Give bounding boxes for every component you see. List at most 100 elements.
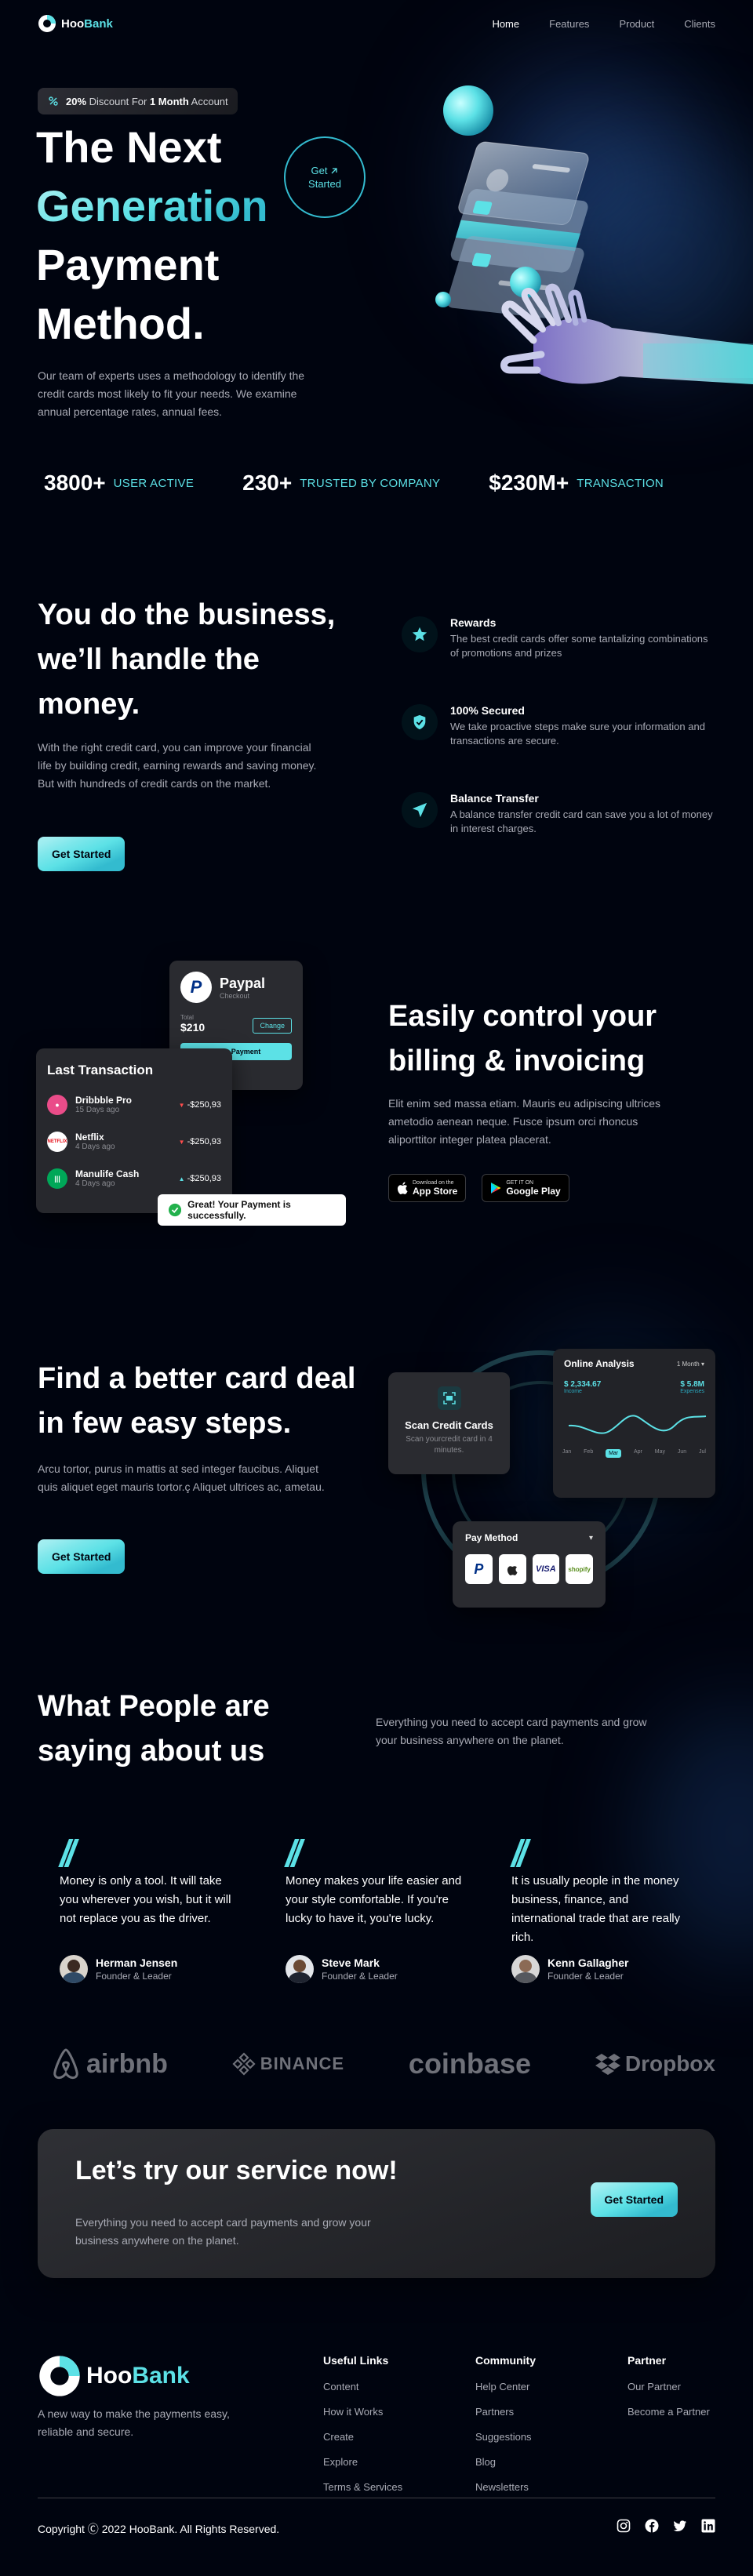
change-button[interactable]: Change [253, 1018, 292, 1034]
transaction-row: NETFLIX Netflix 4 Days ago ▼ -$250,93 [47, 1131, 221, 1152]
stat-transactions: $230M+ TRANSACTION [489, 471, 664, 495]
hero-robot-hand-illustration [435, 85, 753, 384]
footer-link[interactable]: Explore [323, 2456, 475, 2468]
client-coinbase: coinbase [408, 2047, 531, 2080]
card-deal-get-started-button[interactable]: Get Started [38, 1539, 126, 1574]
footer-link[interactable]: Blog [475, 2456, 628, 2468]
quote-icon: // [60, 1833, 76, 1875]
nav-product[interactable]: Product [619, 18, 654, 30]
apple-icon [397, 1182, 408, 1194]
store-badges: Download on the App Store GET IT ON Google… [388, 1174, 569, 1202]
active-month[interactable]: Mar [606, 1449, 622, 1458]
billing-description: Elit enim sed massa etiam. Mauris eu adi… [388, 1097, 661, 1146]
instagram-icon[interactable] [617, 2519, 631, 2533]
cta-get-started-button[interactable]: Get Started [590, 2182, 678, 2217]
business-description: With the right credit card, you can impr… [38, 741, 317, 790]
testimonial-list: // Money is only a tool. It will take yo… [38, 1833, 715, 1983]
quote-icon: // [286, 1833, 302, 1875]
nav-clients[interactable]: Clients [684, 18, 715, 30]
facebook-icon[interactable] [645, 2519, 659, 2533]
footer-logo[interactable]: HooBank [38, 2354, 190, 2398]
footer-column-useful-links: Useful Links Content How it Works Create… [323, 2354, 475, 2506]
dropbox-icon [595, 2054, 620, 2075]
testimonial-card: // It is usually people in the money bus… [489, 1833, 715, 1983]
business-title: You do the business, we’ll handle the mo… [38, 598, 336, 721]
twitter-icon[interactable] [673, 2519, 687, 2533]
business-get-started-button[interactable]: Get Started [38, 837, 126, 871]
brand-logo[interactable]: HooBank [38, 14, 113, 33]
avatar [286, 1955, 314, 1983]
last-transaction-title: Last Transaction [47, 1063, 154, 1077]
footer-link[interactable]: Partners [475, 2406, 628, 2418]
airbnb-icon [53, 2048, 78, 2080]
stat-companies: 230+ TRUSTED BY COMPANY [242, 471, 441, 495]
transaction-row: ● Dribbble Pro 15 Days ago ▼ -$250,93 [36, 1086, 232, 1123]
testimonial-card: // Money makes your life easier and your… [264, 1833, 489, 1983]
testimonial-card: // Money is only a tool. It will take yo… [38, 1833, 264, 1983]
footer-link[interactable]: Suggestions [475, 2431, 628, 2443]
footer-link[interactable]: Newsletters [475, 2481, 628, 2493]
cta-description: Everything you need to accept card payme… [75, 2216, 371, 2247]
client-binance: BINANCE [232, 2052, 344, 2076]
last-transaction-card: Last Transaction ● Dribbble Pro 15 Days a… [36, 1048, 232, 1213]
footer-link[interactable]: Become a Partner [628, 2406, 722, 2418]
footer-column-partner: Partner Our Partner Become a Partner [628, 2354, 722, 2506]
feature-secured: 100% Secured We take proactive steps make… [402, 704, 715, 748]
linkedin-icon[interactable] [701, 2519, 715, 2533]
app-store-button[interactable]: Download on the App Store [388, 1174, 467, 1202]
card-deal-description: Arcu tortor, purus in mattis at sed inte… [38, 1462, 325, 1493]
avatar [60, 1955, 88, 1983]
discount-badge: 20% Discount For 1 Month Account [38, 88, 238, 114]
netflix-icon: NETFLIX [47, 1131, 67, 1152]
avatar [511, 1955, 540, 1983]
scan-credit-card-panel: Scan Credit Cards Scan yourcredit card i… [388, 1372, 510, 1474]
nav-features[interactable]: Features [549, 18, 589, 30]
footer-link[interactable]: How it Works [323, 2406, 475, 2418]
stat-users: 3800+ USER ACTIVE [44, 471, 195, 495]
chevron-down-icon[interactable]: ▾ [589, 1534, 593, 1542]
analysis-line-chart [568, 1415, 707, 1434]
check-circle-icon [169, 1203, 182, 1217]
nav-links: Home Features Product Clients [492, 18, 715, 30]
quote-icon: // [511, 1833, 528, 1875]
google-play-button[interactable]: GET IT ON Google Play [482, 1174, 569, 1202]
shopify-icon[interactable]: shopify [566, 1554, 593, 1584]
footer-link-columns: Useful Links Content How it Works Create… [323, 2354, 722, 2506]
paypal-logo-icon: P [180, 972, 212, 1003]
copyright-text: Copyright Ⓒ 2022 HooBank. All Rights Res… [38, 2523, 280, 2535]
paypal-icon[interactable]: P [465, 1554, 493, 1584]
pay-method-panel: Pay Method ▾ P VISA shopify [453, 1521, 606, 1608]
nav-home[interactable]: Home [492, 18, 519, 30]
logo-icon [38, 15, 56, 32]
testimonials-title: What People are saying about us [38, 1690, 270, 1768]
billing-title: Easily control your billing & invoicing [388, 1000, 657, 1077]
client-logos: airbnb BINANCE coinbase Dropbox [50, 2047, 715, 2081]
page: HooBank Home Features Product Clients 20… [0, 0, 753, 2576]
visa-icon[interactable]: VISA [532, 1554, 560, 1584]
client-airbnb: airbnb [50, 2047, 168, 2081]
send-icon [412, 802, 427, 818]
badge-text: 20% Discount For 1 Month Account [66, 95, 228, 107]
payment-success-toast: Great! Your Payment is successfully. [158, 1194, 346, 1226]
online-analysis-panel: Online Analysis 1 Month ▾ $ 2,334.67 Inco… [553, 1349, 715, 1498]
get-started-circle-button[interactable]: Get Started [284, 136, 366, 218]
period-dropdown[interactable]: 1 Month ▾ [677, 1361, 704, 1368]
scan-icon [437, 1386, 461, 1410]
card-deal-illustration: Scan Credit Cards Scan yourcredit card i… [384, 1325, 722, 1615]
hero-description: Our team of experts uses a methodology t… [38, 369, 305, 418]
footer-link[interactable]: Terms & Services [323, 2481, 475, 2493]
billing-illustration: P Paypal Checkout Total $210 Change Make P… [36, 957, 350, 1239]
footer-link[interactable]: Help Center [475, 2381, 628, 2393]
top-nav: HooBank Home Features Product Clients [38, 11, 715, 36]
footer-link[interactable]: Create [323, 2431, 475, 2443]
stats-bar: 3800+ USER ACTIVE 230+ TRUSTED BY COMPANY … [44, 471, 715, 496]
footer-link[interactable]: Our Partner [628, 2381, 722, 2393]
footer-column-community: Community Help Center Partners Suggestio… [475, 2354, 628, 2506]
apple-icon[interactable] [498, 1554, 526, 1584]
hero-title: The Next Generation Payment Method. [36, 122, 268, 348]
shield-icon [413, 714, 426, 730]
cta-banner: Let’s try our service now! Everything yo… [38, 2129, 715, 2278]
google-play-icon [491, 1183, 501, 1194]
testimonials-description: Everything you need to accept card payme… [376, 1716, 647, 1746]
footer-link[interactable]: Content [323, 2381, 475, 2393]
